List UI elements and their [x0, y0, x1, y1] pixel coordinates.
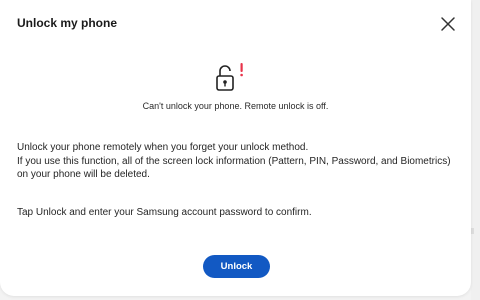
- description-line-2: If you use this function, all of the scr…: [17, 155, 451, 181]
- unlocked-padlock-warning-icon: [214, 62, 248, 92]
- description: Unlock your phone remotely when you forg…: [17, 141, 457, 182]
- close-button[interactable]: [438, 14, 458, 34]
- unlock-dialog: Unlock my phone Can't unlock your phone.…: [0, 0, 471, 296]
- dialog-title: Unlock my phone: [17, 16, 118, 30]
- backdrop-edge: [471, 0, 480, 300]
- unlock-button[interactable]: Unlock: [203, 255, 270, 278]
- description-line-1: Unlock your phone remotely when you forg…: [17, 142, 309, 153]
- status-message: Can't unlock your phone. Remote unlock i…: [142, 101, 329, 111]
- confirm-instruction: Tap Unlock and enter your Samsung accoun…: [17, 207, 312, 218]
- close-icon: [441, 17, 455, 31]
